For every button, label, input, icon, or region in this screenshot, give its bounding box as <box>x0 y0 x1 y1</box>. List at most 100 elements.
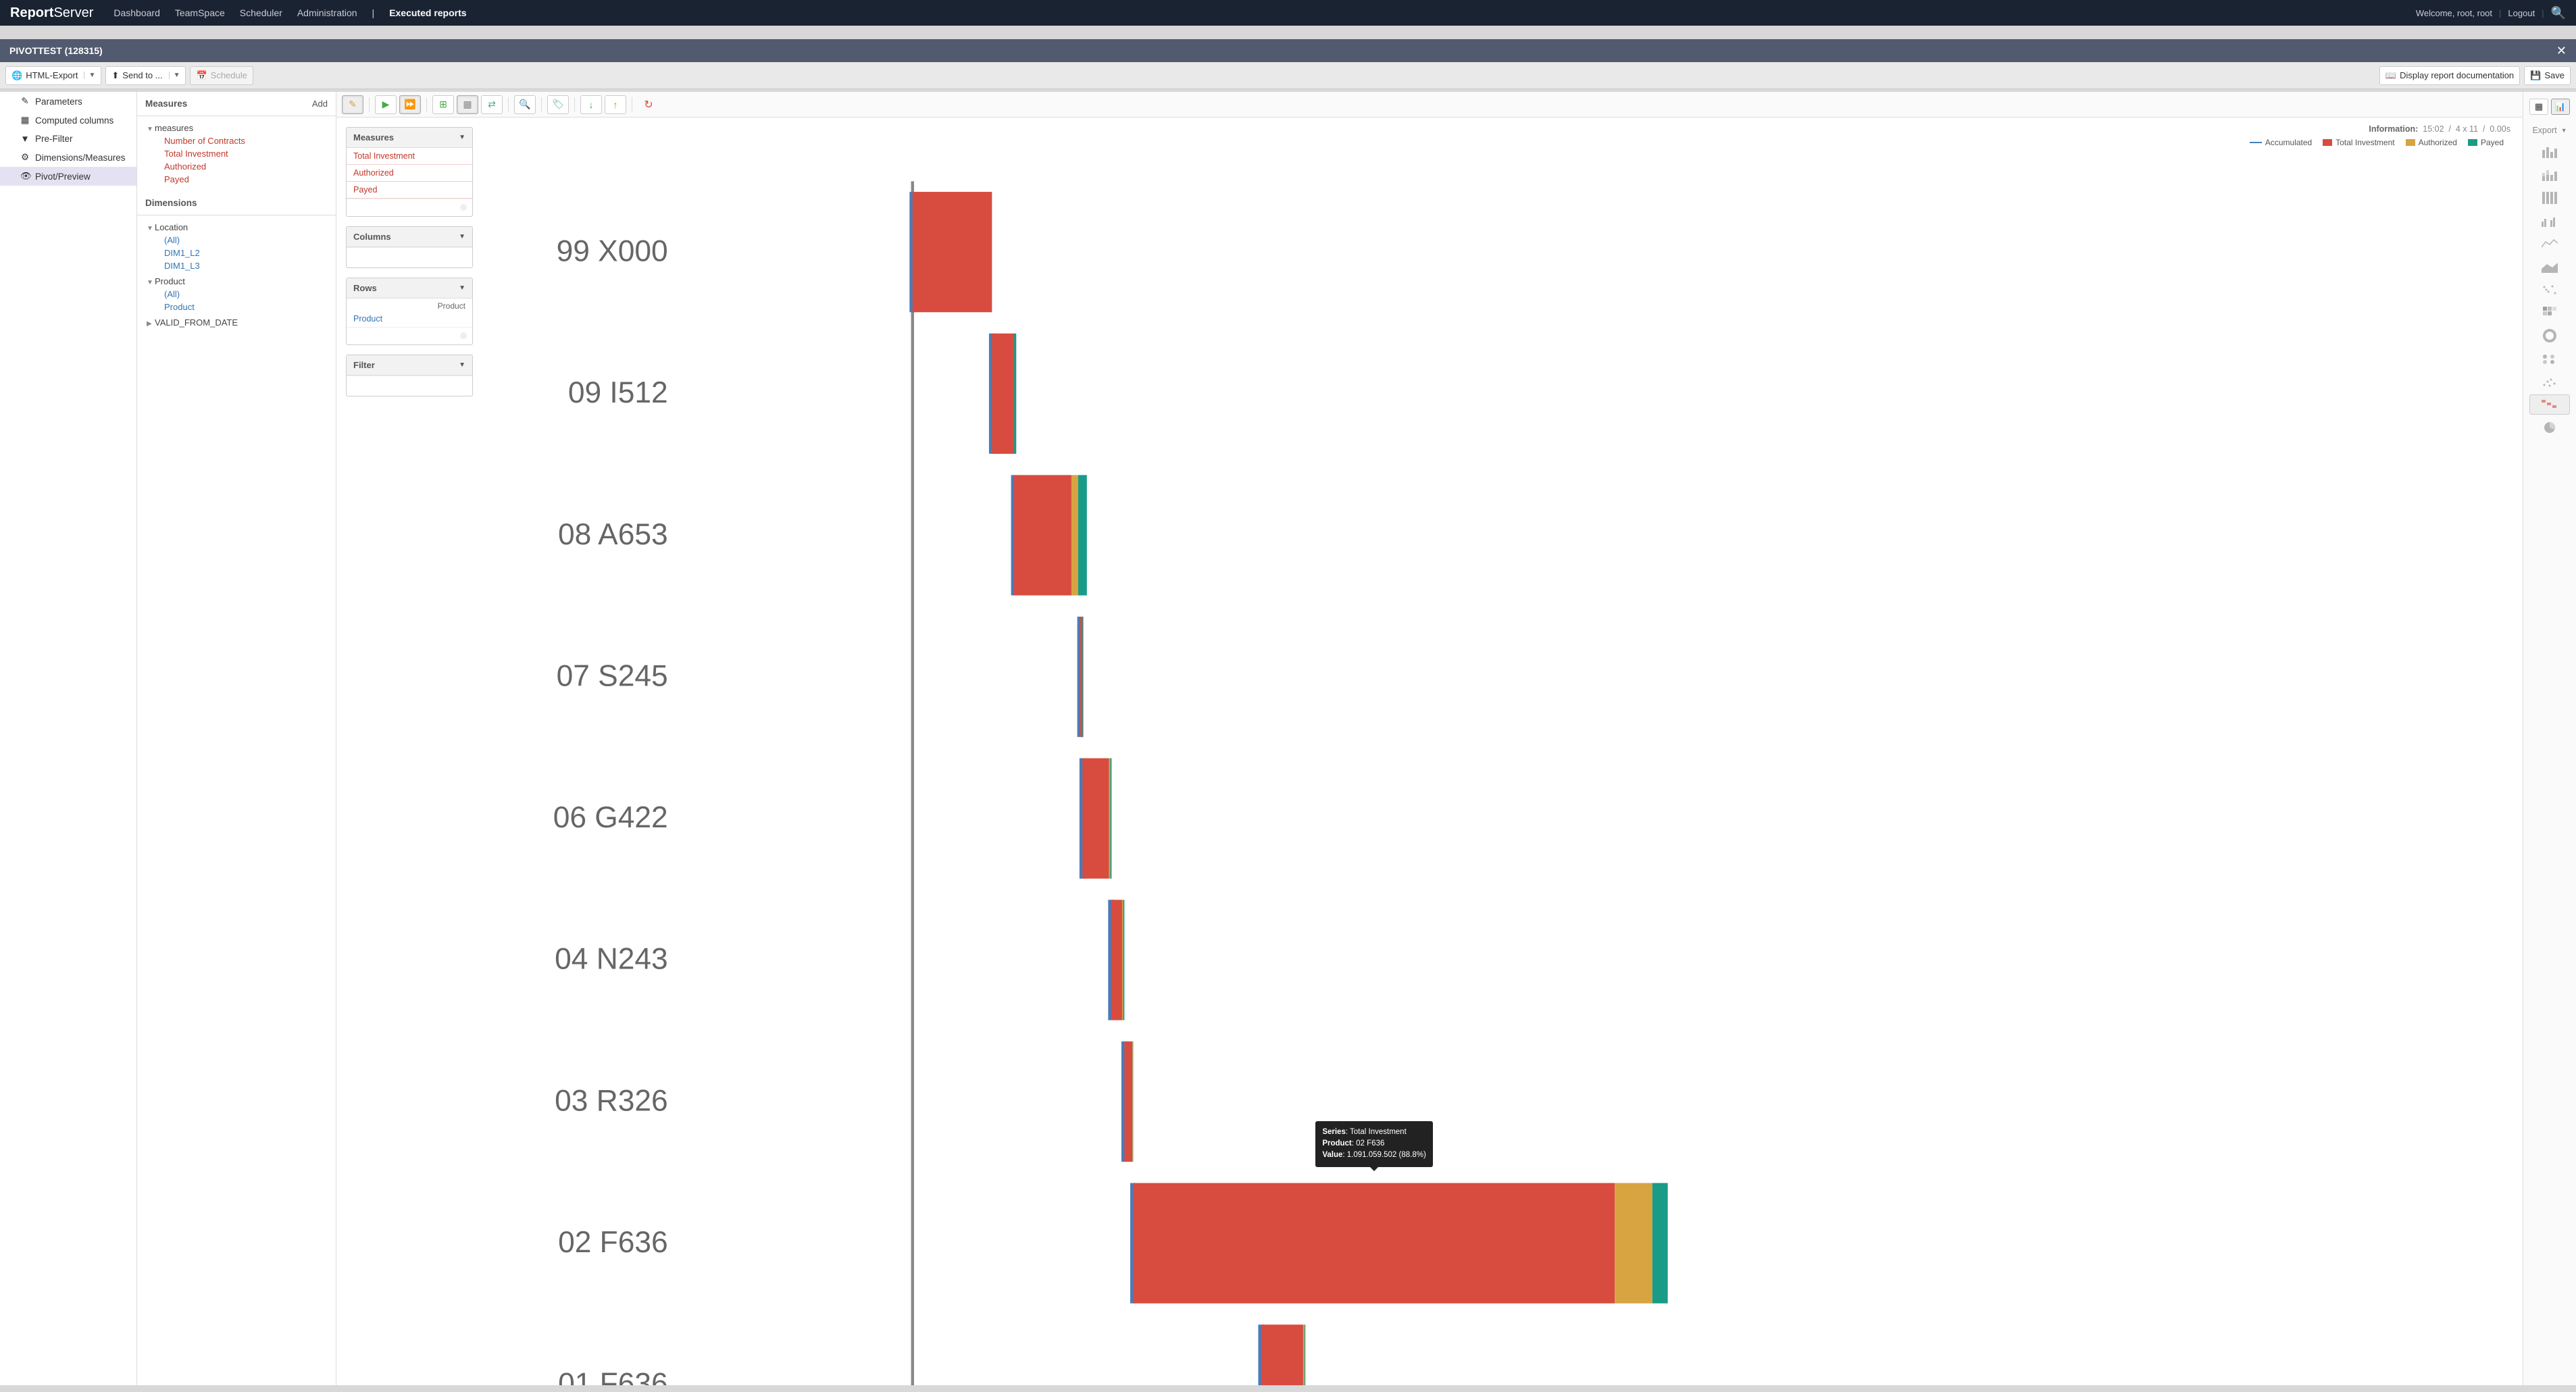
send-to-button[interactable]: ⬆ Send to ... ▼ <box>105 66 186 85</box>
save-button[interactable]: 💾 Save <box>2524 66 2571 85</box>
chart-type-waterfall[interactable] <box>2529 394 2570 415</box>
reset-button[interactable]: ↻ <box>638 95 659 114</box>
chevron-down-icon[interactable]: ▼ <box>84 72 95 79</box>
dropzone-filter[interactable]: Filter▼ <box>346 355 473 396</box>
legend-authorized: Authorized <box>2406 138 2457 147</box>
chart-type-pie[interactable] <box>2529 417 2570 438</box>
chart-type-heatmap[interactable] <box>2529 303 2570 323</box>
svg-text:06 G422: 06 G422 <box>553 801 668 834</box>
html-export-button[interactable]: 🌐 HTML-Export ▼ <box>5 66 101 85</box>
add-measure-button[interactable]: Add <box>312 99 328 109</box>
dim-location-l3[interactable]: DIM1_L3 <box>164 261 200 271</box>
svg-text:02 F636: 02 F636 <box>558 1226 668 1259</box>
slot-dot-icon <box>460 204 467 211</box>
chart-type-dot[interactable] <box>2529 280 2570 300</box>
edit-mode-button[interactable]: ✎ <box>342 95 363 114</box>
play-fast-icon: ⏩ <box>404 99 415 110</box>
close-icon[interactable]: ✕ <box>2556 44 2567 58</box>
sidebar-item-pre-filter[interactable]: ▼Pre-Filter <box>0 130 136 148</box>
chart-type-bubble[interactable] <box>2529 349 2570 369</box>
center-panel: ✎ ▶ ⏩ ⊞ ▦ ⇄ 🔍 🏷 ↓ ↑ ↻ Measures▼ <box>336 92 2523 1385</box>
chart-type-stacked-bar[interactable] <box>2529 165 2570 185</box>
zoom-button[interactable]: 🔍 <box>514 95 536 114</box>
chart-type-donut[interactable] <box>2529 326 2570 346</box>
dz-filter-slot[interactable] <box>347 376 472 393</box>
nav-administration[interactable]: Administration <box>297 7 357 18</box>
run-button[interactable]: ▶ <box>375 95 397 114</box>
dim-location-group[interactable]: ▼Location <box>147 221 326 234</box>
drill-down-button[interactable]: ↓ <box>580 95 602 114</box>
globe-icon: 🌐 <box>11 70 22 81</box>
sidebar-item-dimensions-measures[interactable]: ⚙Dimensions/Measures <box>0 148 136 167</box>
schedule-button: 📅 Schedule <box>190 66 253 85</box>
measure-number-of-contracts[interactable]: Number of Contracts <box>164 136 245 146</box>
legend-swatch <box>2323 139 2332 146</box>
dropzone-rows[interactable]: Rows▼ Product Product <box>346 278 473 345</box>
auto-run-button[interactable]: ⏩ <box>399 95 421 114</box>
pivot-toolbar: ✎ ▶ ⏩ ⊞ ▦ ⇄ 🔍 🏷 ↓ ↑ ↻ <box>336 92 2523 118</box>
chart-type-100-bar[interactable] <box>2529 188 2570 208</box>
svg-text:01 F636: 01 F636 <box>558 1368 668 1385</box>
dim-location-all[interactable]: (All) <box>164 235 180 245</box>
measure-authorized[interactable]: Authorized <box>164 161 206 172</box>
book-icon: 📖 <box>2385 70 2396 81</box>
drill-up-button[interactable]: ↑ <box>605 95 626 114</box>
export-dropdown[interactable]: Export ▼ <box>2527 126 2572 142</box>
nav-items: Dashboard TeamSpace Scheduler Administra… <box>113 7 466 18</box>
measures-group[interactable]: ▼measures <box>147 122 326 134</box>
nav-teamspace[interactable]: TeamSpace <box>175 7 225 18</box>
dz-measure-slot[interactable] <box>347 199 472 216</box>
dropzone-measures[interactable]: Measures▼ Total Investment Authorized Pa… <box>346 127 473 217</box>
search-icon[interactable]: 🔍 <box>2551 6 2566 20</box>
dim-validfrom-group[interactable]: ▶VALID_FROM_DATE <box>147 316 326 329</box>
measure-total-investment[interactable]: Total Investment <box>164 149 228 159</box>
query-button[interactable]: 🏷 <box>547 95 569 114</box>
dz-rows-slot[interactable] <box>347 327 472 344</box>
legend-payed: Payed <box>2468 138 2504 147</box>
chart-type-bar[interactable] <box>2529 142 2570 162</box>
dim-location-l2[interactable]: DIM1_L2 <box>164 248 200 258</box>
sidebar-item-pivot-preview[interactable]: 👁Pivot/Preview <box>0 167 136 186</box>
hide-parents-button[interactable]: ⊞ <box>432 95 454 114</box>
chart-type-scatter[interactable] <box>2529 371 2570 392</box>
table-icon: ▦ <box>2535 101 2543 112</box>
logout-link[interactable]: Logout <box>2508 8 2535 18</box>
chevron-down-icon[interactable]: ▼ <box>169 72 180 79</box>
main-area: ✎Parameters ▦Computed columns ▼Pre-Filte… <box>0 92 2576 1385</box>
legend-accumulated: Accumulated <box>2250 138 2312 147</box>
svg-text:03 R326: 03 R326 <box>555 1084 667 1117</box>
swap-axes-button[interactable]: ⇄ <box>481 95 503 114</box>
non-empty-button[interactable]: ▦ <box>457 95 478 114</box>
table-arrow-icon: ⊞ <box>439 99 447 110</box>
chart-type-multi[interactable] <box>2529 211 2570 231</box>
dim-product-product[interactable]: Product <box>164 302 195 312</box>
dim-product-group[interactable]: ▼Product <box>147 275 326 288</box>
dim-product-all[interactable]: (All) <box>164 289 180 299</box>
dz-measure-total-investment[interactable]: Total Investment <box>347 148 472 165</box>
nav-scheduler[interactable]: Scheduler <box>240 7 282 18</box>
dz-columns-slot[interactable] <box>347 247 472 265</box>
nav-executed-reports[interactable]: Executed reports <box>389 7 466 18</box>
chart-view-button[interactable]: 📊 <box>2551 99 2570 115</box>
table-view-button[interactable]: ▦ <box>2529 99 2548 115</box>
legend-swatch <box>2468 139 2477 146</box>
gear-icon: ⚙ <box>20 152 30 163</box>
chart-area: Information: 15:02 / 4 x 11 / 0.00s Accu… <box>482 118 2523 1385</box>
chart-type-area[interactable] <box>2529 257 2570 277</box>
dz-row-product[interactable]: Product <box>347 311 472 327</box>
chart-type-line[interactable] <box>2529 234 2570 254</box>
measure-payed[interactable]: Payed <box>164 174 189 184</box>
sidebar-item-parameters[interactable]: ✎Parameters <box>0 92 136 111</box>
chart-type-list <box>2527 142 2572 438</box>
display-doc-button[interactable]: 📖 Display report documentation <box>2379 66 2520 85</box>
dz-measure-payed[interactable]: Payed <box>347 182 472 199</box>
triangle-down-icon: ▼ <box>147 279 155 286</box>
svg-text:04 N243: 04 N243 <box>555 943 667 976</box>
dz-measure-authorized[interactable]: Authorized <box>347 165 472 182</box>
nav-dashboard[interactable]: Dashboard <box>113 7 160 18</box>
upload-icon: ⬆ <box>111 70 119 81</box>
dropzone-columns[interactable]: Columns▼ <box>346 226 473 268</box>
chart-canvas[interactable]: −500,000,0000500,000,0001,000,000,0001,5… <box>482 151 2517 1385</box>
triangle-down-icon: ▼ <box>147 126 155 133</box>
sidebar-item-computed-columns[interactable]: ▦Computed columns <box>0 111 136 130</box>
